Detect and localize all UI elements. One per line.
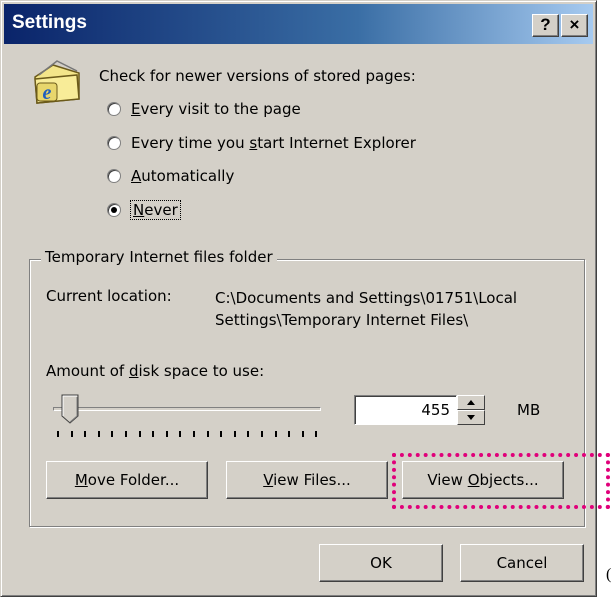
- slider-tick: [274, 431, 277, 437]
- radio-never[interactable]: Never: [107, 198, 181, 222]
- current-location-path: C:\Documents and Settings\01751\Local Se…: [215, 287, 575, 331]
- slider-tick: [179, 431, 182, 437]
- slider-tick: [206, 431, 209, 437]
- slider-tick: [247, 431, 250, 437]
- slider-tick: [193, 431, 195, 437]
- corner-glyph: (: [606, 566, 612, 583]
- radio-circle[interactable]: [107, 102, 121, 116]
- svg-text:e: e: [43, 82, 52, 104]
- radio-label: Automatically: [131, 167, 235, 185]
- disk-space-slider-track[interactable]: [53, 407, 321, 411]
- spin-up-button[interactable]: [457, 395, 485, 410]
- current-location-label: Current location:: [46, 287, 172, 305]
- slider-tick: [233, 431, 236, 437]
- radio-circle[interactable]: [107, 136, 121, 150]
- spin-down-button[interactable]: [457, 410, 485, 425]
- view-objects-button[interactable]: View Objects...: [402, 461, 564, 499]
- slider-tick: [70, 431, 73, 437]
- radio-every-visit[interactable]: Every visit to the page: [107, 97, 301, 121]
- slider-tick: [111, 431, 114, 437]
- radio-circle-selected[interactable]: [107, 203, 121, 217]
- radio-label: Every visit to the page: [131, 100, 301, 118]
- view-files-button[interactable]: View Files...: [226, 461, 388, 499]
- ok-button[interactable]: OK: [319, 544, 443, 582]
- amount-label: Amount of disk space to use:: [46, 362, 265, 380]
- radio-circle[interactable]: [107, 169, 121, 183]
- slider-thumb-icon[interactable]: [61, 394, 79, 424]
- cancel-button[interactable]: Cancel: [460, 544, 584, 582]
- check-label: Check for newer versions of stored pages…: [99, 67, 416, 85]
- temp-files-legend: Temporary Internet files folder: [41, 248, 277, 266]
- slider-tick: [84, 431, 87, 437]
- title-bar[interactable]: Settings ? ×: [4, 4, 593, 44]
- internet-explorer-folder-icon: e: [34, 60, 80, 104]
- slider-tick: [97, 431, 100, 437]
- settings-dialog: Settings ? × e Check for newer versions …: [0, 0, 597, 597]
- disk-space-spinner[interactable]: [457, 395, 485, 425]
- window-title: Settings: [12, 12, 87, 33]
- slider-ticks: [57, 431, 319, 439]
- radio-automatically[interactable]: Automatically: [107, 164, 234, 188]
- slider-tick: [165, 431, 168, 437]
- slider-tick: [301, 431, 304, 437]
- slider-tick: [152, 431, 155, 437]
- disk-space-unit: MB: [517, 401, 541, 419]
- spin-up-icon: [467, 400, 475, 405]
- slider-tick: [315, 431, 318, 437]
- disk-space-input[interactable]: 455: [354, 395, 457, 425]
- move-folder-button[interactable]: Move Folder...: [46, 461, 208, 499]
- radio-label: Every time you start Internet Explorer: [131, 134, 416, 152]
- current-location-line1: C:\Documents and Settings\01751\Local: [215, 289, 518, 307]
- spin-down-icon: [467, 415, 475, 420]
- slider-tick: [138, 431, 141, 437]
- slider-tick: [57, 431, 59, 437]
- radio-label: Never: [130, 200, 181, 220]
- slider-tick: [288, 431, 291, 437]
- radio-every-start[interactable]: Every time you start Internet Explorer: [107, 131, 416, 155]
- close-button[interactable]: ×: [561, 14, 588, 37]
- current-location-line2: Settings\Temporary Internet Files\: [215, 311, 469, 329]
- slider-tick: [261, 431, 263, 437]
- slider-tick: [125, 431, 127, 437]
- help-button[interactable]: ?: [532, 14, 559, 37]
- slider-tick: [220, 431, 223, 437]
